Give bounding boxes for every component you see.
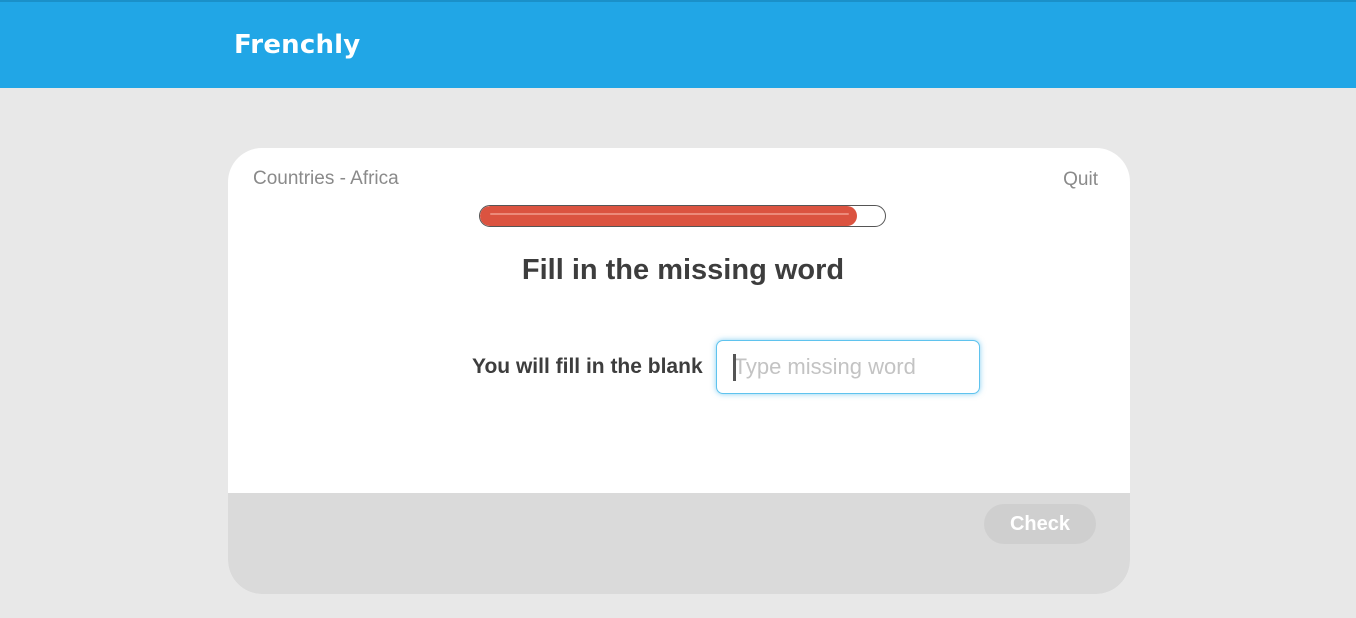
sentence-text: You will fill in the blank	[472, 355, 703, 378]
lesson-progress-bar	[479, 205, 886, 227]
answer-input-wrapper	[715, 340, 980, 394]
brand-logo[interactable]: Frenchly	[234, 30, 360, 60]
check-button[interactable]: Check	[984, 504, 1096, 544]
text-caret	[732, 354, 736, 381]
quit-link[interactable]: Quit	[1063, 169, 1098, 191]
progress-highlight	[490, 213, 849, 215]
question-title: Fill in the missing word	[521, 254, 845, 286]
lesson-card: Countries - Africa Quit Fill in the miss…	[228, 148, 1130, 594]
top-nav-bar: Frenchly	[0, 0, 1356, 88]
missing-word-input[interactable]	[715, 340, 980, 394]
lesson-title: Countries - Africa	[253, 168, 399, 189]
lesson-footer: Check	[228, 493, 1130, 594]
lesson-progress-fill	[480, 206, 857, 226]
sentence-row: You will fill in the blank	[472, 340, 980, 394]
